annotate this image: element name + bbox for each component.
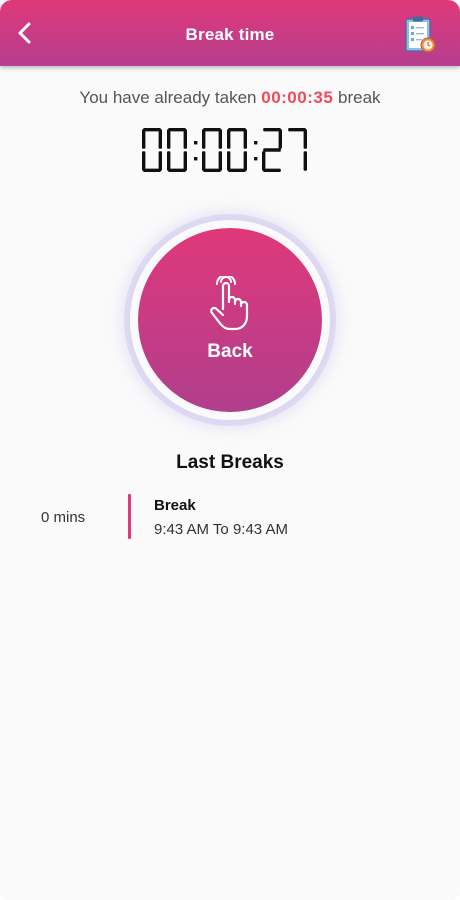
- timer-segment: [227, 151, 231, 171]
- timer-segment: [227, 129, 231, 149]
- summary-suffix: break: [338, 88, 381, 107]
- timer-segment: [143, 128, 161, 132]
- timer-segment: [243, 151, 247, 171]
- break-time-screen: Break time You have already taken 00:00:…: [0, 0, 460, 900]
- hand-pointer-icon: [210, 276, 249, 331]
- timer-segment: [263, 148, 281, 152]
- timer-segment: [303, 151, 307, 171]
- timer-segment: [183, 151, 187, 171]
- taken-duration: 00:00:35: [261, 88, 334, 107]
- break-duration: 0 mins: [41, 509, 86, 526]
- timer-segment: [228, 128, 246, 132]
- timer-segment: [288, 128, 306, 132]
- timer-segment: [183, 129, 187, 149]
- timer-segment: [203, 128, 221, 132]
- timer-segment: [263, 168, 281, 172]
- timer-segment: [263, 128, 281, 132]
- app-bar: Break time: [0, 0, 460, 66]
- timer-segment: [168, 168, 186, 172]
- timer-segment: [278, 129, 282, 149]
- timer-segment: [228, 168, 246, 172]
- timer-segment: [218, 129, 222, 149]
- summary-prefix: You have already taken: [79, 88, 257, 107]
- break-time-range: 9:43 AM To 9:43 AM: [154, 521, 288, 538]
- break-history-item: 0 mins Break 9:43 AM To 9:43 AM: [0, 492, 460, 540]
- timer-colon: [194, 141, 198, 145]
- timer-segment: [158, 129, 162, 149]
- timer-display: [142, 128, 307, 172]
- timer-segment: [262, 151, 266, 171]
- timer-segment: [142, 129, 146, 149]
- break-type: Break: [154, 497, 196, 514]
- timer-segment: [142, 151, 146, 171]
- page-title: Break time: [185, 25, 275, 44]
- clipboard-clock-icon: [405, 16, 436, 53]
- timer-colon: [194, 157, 198, 161]
- timer-segment: [168, 128, 186, 132]
- timer-segment: [303, 129, 307, 149]
- timer-segment: [143, 168, 161, 172]
- timer-segment: [167, 151, 171, 171]
- break-accent-bar: [128, 494, 131, 539]
- break-timer: [0, 124, 460, 176]
- timer-segment: [202, 129, 206, 149]
- timer-segment: [202, 151, 206, 171]
- last-breaks-title: Last Breaks: [176, 452, 284, 473]
- timer-colon: [254, 157, 258, 161]
- timer-segment: [167, 129, 171, 149]
- timer-segment: [218, 151, 222, 171]
- timer-colon: [254, 141, 258, 145]
- timer-segment: [203, 168, 221, 172]
- timer-segment: [243, 129, 247, 149]
- break-report-button[interactable]: [402, 15, 438, 55]
- back-action-label: Back: [207, 341, 253, 362]
- timer-segment: [158, 151, 162, 171]
- break-summary: You have already taken 00:00:35 break: [0, 88, 460, 108]
- back-action-button[interactable]: Back: [138, 228, 322, 412]
